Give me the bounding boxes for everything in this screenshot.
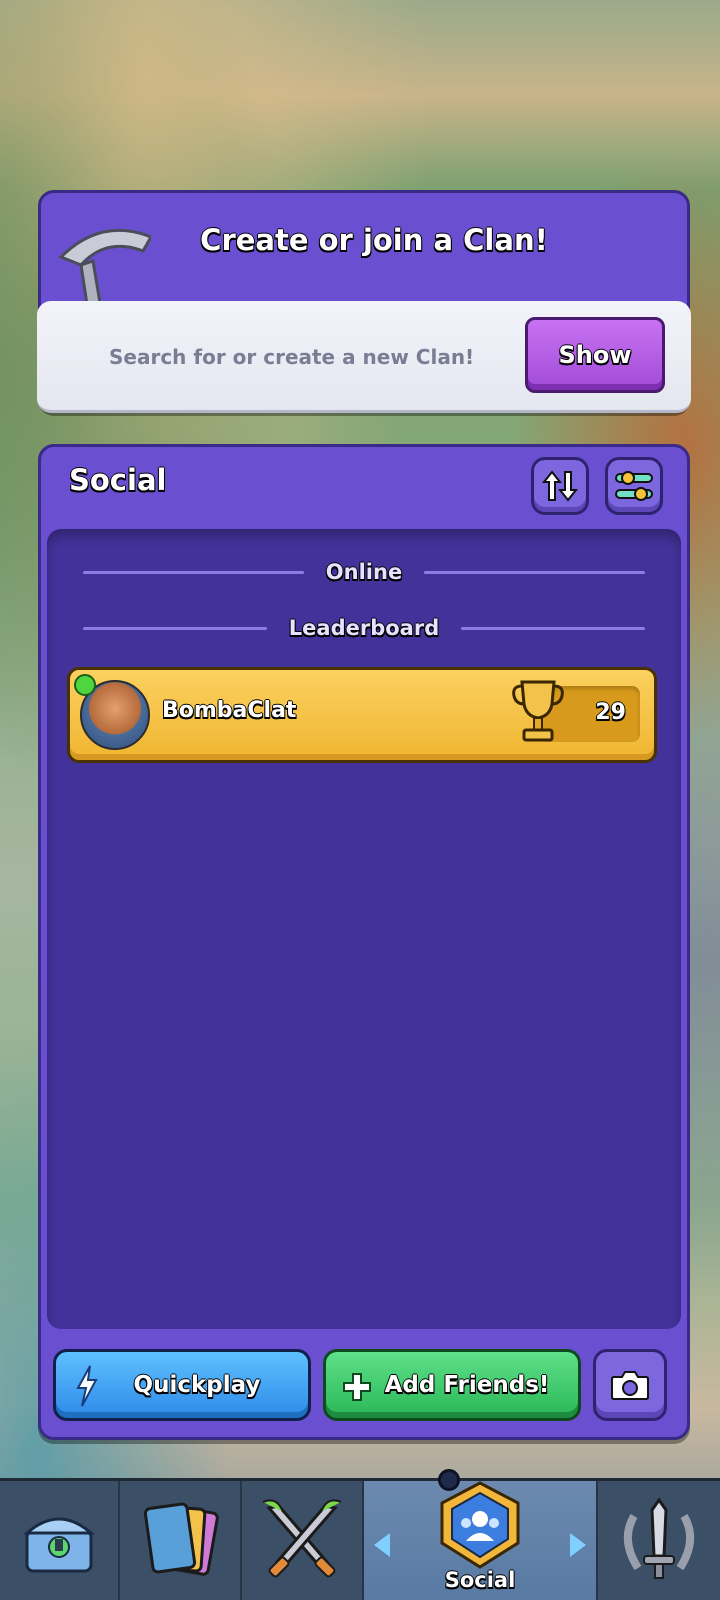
friend-name: BombaClat [162, 698, 297, 723]
camera-icon [611, 1371, 649, 1400]
online-section-label: Online [325, 560, 403, 584]
online-status-dot [74, 674, 96, 696]
cards-icon [143, 1502, 219, 1576]
filter-settings-button[interactable] [605, 457, 663, 515]
clan-search-hint: Search for or create a new Clan! [109, 345, 475, 369]
camera-button[interactable] [593, 1349, 667, 1421]
sliders-icon [615, 471, 653, 501]
leaderboard-divider: Leaderboard [83, 613, 646, 643]
quickplay-button[interactable]: Quickplay [53, 1349, 311, 1421]
nav-social-label: Social [444, 1568, 516, 1592]
nav-cards-tab[interactable] [120, 1481, 242, 1600]
quickplay-label: Quickplay [133, 1372, 261, 1398]
nav-shop-tab[interactable] [0, 1481, 120, 1600]
leaderboard-section-label: Leaderboard [288, 616, 440, 640]
clan-title: Create or join a Clan! [200, 223, 548, 257]
add-friends-button[interactable]: Add Friends! [323, 1349, 581, 1421]
notification-dot [438, 1469, 460, 1491]
chest-icon [23, 1517, 95, 1572]
nav-events-tab[interactable] [598, 1481, 720, 1600]
social-icon [440, 1480, 520, 1569]
sort-button[interactable] [531, 457, 589, 515]
sort-arrows-icon [542, 470, 578, 502]
plus-icon [343, 1373, 371, 1401]
chevron-right-icon [570, 1533, 586, 1557]
friends-list[interactable]: Online Leaderboard BombaClat 29 [47, 529, 681, 1329]
add-friends-label: Add Friends! [384, 1372, 550, 1398]
social-panel: Social Online Leaderboard BombaClat 29 Q… [38, 444, 690, 1440]
trophy-count: 29 [595, 700, 626, 725]
show-button[interactable]: Show [525, 317, 665, 393]
nav-battle-tab[interactable] [242, 1481, 364, 1600]
clan-search-bar[interactable]: Search for or create a new Clan! Show [37, 301, 691, 413]
trophy-icon [512, 680, 564, 742]
bottom-nav: Social [0, 1469, 720, 1600]
nav-social-tab[interactable]: Social [364, 1469, 598, 1600]
sword-laurel-icon [624, 1496, 694, 1579]
trophy-count-box: 29 [512, 680, 640, 742]
lightning-icon [76, 1365, 98, 1407]
battle-swords-icon [262, 1498, 342, 1577]
online-divider: Online [83, 557, 645, 587]
clan-panel: Create or join a Clan! Search for or cre… [37, 190, 691, 413]
friend-row[interactable]: BombaClat 29 [67, 667, 657, 763]
social-title: Social [69, 463, 167, 497]
chevron-left-icon [374, 1533, 390, 1557]
